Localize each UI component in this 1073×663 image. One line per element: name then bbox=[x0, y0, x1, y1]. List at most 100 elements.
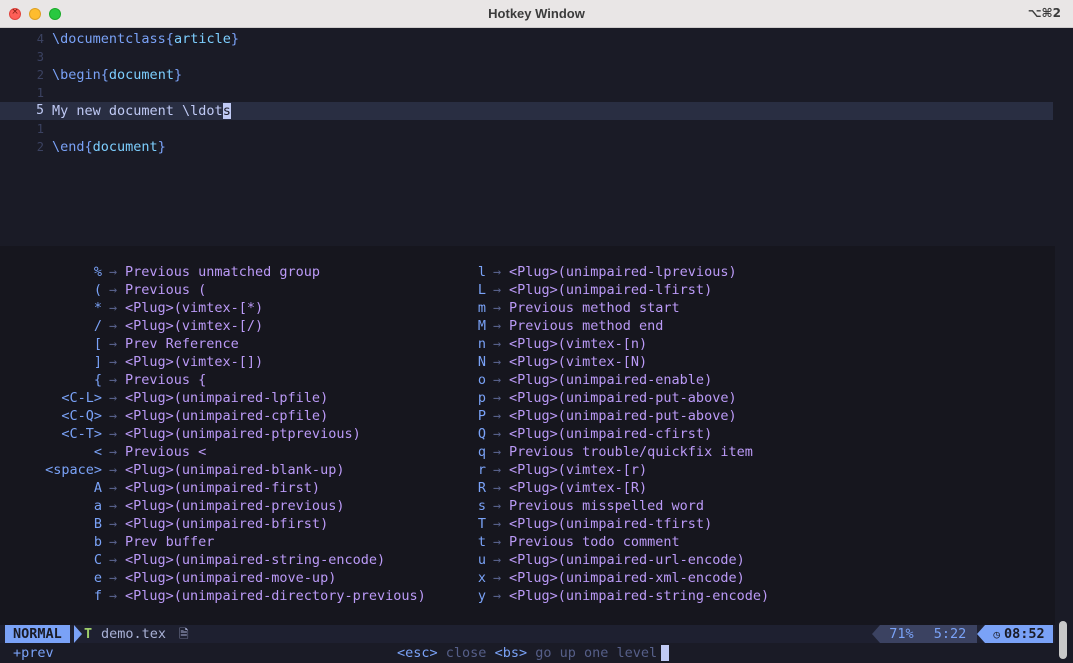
scrollbar[interactable] bbox=[1059, 621, 1067, 659]
line-number: 5 bbox=[36, 103, 44, 118]
which-key-entry[interactable]: R → <Plug>(vimtex-[R) bbox=[384, 479, 854, 497]
title-bar[interactable]: × Hotkey Window ⌥⌘2 bbox=[0, 0, 1073, 28]
latex-command: \documentclass bbox=[52, 31, 166, 47]
which-key-entry[interactable]: m → Previous method start bbox=[384, 299, 854, 317]
which-key-description: <Plug>(unimpaired-move-up) bbox=[125, 570, 337, 586]
which-key-entry[interactable]: T → <Plug>(unimpaired-tfirst) bbox=[384, 515, 854, 533]
arrow-right-icon: → bbox=[493, 318, 502, 334]
arrow-right-icon: → bbox=[493, 282, 502, 298]
latex-argument: document bbox=[108, 67, 174, 83]
which-key-entry[interactable]: P → <Plug>(unimpaired-put-above) bbox=[384, 407, 854, 425]
line-text: \end{document} bbox=[52, 138, 166, 156]
arrow-right-icon: → bbox=[109, 336, 118, 352]
editor-line[interactable]: 4 \documentclass{article} bbox=[0, 30, 1053, 48]
terminal-window: × Hotkey Window ⌥⌘2 4 \documentclass{art… bbox=[0, 0, 1073, 663]
which-key-key: b bbox=[93, 534, 102, 550]
which-key-key: { bbox=[93, 372, 102, 388]
clock: ◷ 08:52 bbox=[985, 625, 1053, 643]
esc-key: <esc> bbox=[397, 645, 438, 661]
arrow-right-icon: → bbox=[493, 570, 502, 586]
which-key-description: Prev Reference bbox=[125, 336, 239, 352]
which-key-description: <Plug>(vimtex-[]) bbox=[125, 354, 264, 370]
which-key-key: ] bbox=[93, 354, 102, 370]
which-key-description: <Plug>(unimpaired-ptprevious) bbox=[125, 426, 361, 442]
which-key-key: T bbox=[477, 516, 486, 532]
which-key-key: n bbox=[477, 336, 486, 352]
which-key-key: x bbox=[477, 570, 486, 586]
which-key-entry[interactable]: t → Previous todo comment bbox=[384, 533, 854, 551]
which-key-description: Previous ( bbox=[125, 282, 207, 298]
which-key-entry[interactable]: l → <Plug>(unimpaired-lprevious) bbox=[384, 263, 854, 281]
which-key-key: e bbox=[93, 570, 102, 586]
time-separator bbox=[977, 625, 985, 643]
which-key-entry[interactable]: u → <Plug>(unimpaired-url-encode) bbox=[384, 551, 854, 569]
line-text-before-cursor: My new document \ldot bbox=[52, 103, 223, 119]
arrow-right-icon: → bbox=[109, 462, 118, 478]
brace-close: } bbox=[230, 31, 239, 47]
which-key-description: <Plug>(vimtex-[*) bbox=[125, 300, 264, 316]
which-key-entry[interactable]: s → Previous misspelled word bbox=[384, 497, 854, 515]
which-key-entry[interactable]: Q → <Plug>(unimpaired-cfirst) bbox=[384, 425, 854, 443]
which-key-description: <Plug>(vimtex-[n) bbox=[509, 336, 648, 352]
editor-line[interactable]: 3 bbox=[0, 48, 1053, 66]
which-key-key: B bbox=[93, 516, 102, 532]
which-key-key: [ bbox=[93, 336, 102, 352]
file-name[interactable]: demo.tex bbox=[101, 625, 166, 643]
arrow-right-icon: → bbox=[493, 480, 502, 496]
which-key-entry[interactable]: L → <Plug>(unimpaired-lfirst) bbox=[384, 281, 854, 299]
which-key-entry[interactable]: q → Previous trouble/quickfix item bbox=[384, 443, 854, 461]
command-line[interactable]: +prev <esc> close <bs> go up one level bbox=[0, 643, 1055, 663]
arrow-right-icon: → bbox=[109, 570, 118, 586]
arrow-right-icon: → bbox=[493, 426, 502, 442]
brace-open: { bbox=[84, 139, 93, 155]
which-key-popup: % → Previous unmatched group (→ Previous (* →… bbox=[0, 246, 1055, 626]
which-key-description: <Plug>(unimpaired-directory-previous) bbox=[125, 588, 426, 604]
which-key-key: <space> bbox=[45, 462, 102, 478]
which-key-entry[interactable]: x → <Plug>(unimpaired-xml-encode) bbox=[384, 569, 854, 587]
arrow-right-icon: → bbox=[493, 498, 502, 514]
editor-line[interactable]: 1 bbox=[0, 84, 1053, 102]
arrow-right-icon: → bbox=[109, 300, 118, 316]
arrow-right-icon: → bbox=[493, 264, 502, 280]
arrow-right-icon: → bbox=[109, 426, 118, 442]
arrow-right-icon: → bbox=[109, 264, 118, 280]
arrow-right-icon: → bbox=[493, 462, 502, 478]
editor-line[interactable]: 1 bbox=[0, 120, 1053, 138]
which-key-description: Previous { bbox=[125, 372, 207, 388]
arrow-right-icon: → bbox=[493, 588, 502, 604]
editor-buffer[interactable]: 4 \documentclass{article} 3 2 \begin{doc… bbox=[0, 28, 1055, 246]
which-key-entry[interactable]: N → <Plug>(vimtex-[N) bbox=[384, 353, 854, 371]
scroll-percent: 71% bbox=[880, 625, 923, 643]
which-key-description: <Plug>(unimpaired-string-encode) bbox=[509, 588, 770, 604]
which-key-key: p bbox=[477, 390, 486, 406]
arrow-right-icon: → bbox=[493, 516, 502, 532]
which-key-entry[interactable]: p → <Plug>(unimpaired-put-above) bbox=[384, 389, 854, 407]
brace-close: } bbox=[173, 67, 183, 83]
arrow-right-icon: → bbox=[493, 354, 502, 370]
which-key-key: m bbox=[477, 300, 486, 316]
which-key-description: <Plug>(unimpaired-lprevious) bbox=[509, 264, 737, 280]
which-key-entry[interactable]: M → Previous method end bbox=[384, 317, 854, 335]
which-key-entry[interactable]: o → <Plug>(unimpaired-enable) bbox=[384, 371, 854, 389]
text-cursor: s bbox=[222, 103, 231, 119]
arrow-right-icon: → bbox=[109, 408, 118, 424]
editor-current-line[interactable]: 5 My new document \ldots bbox=[0, 102, 1053, 120]
file-icon: 🗎 bbox=[179, 627, 189, 641]
editor-line[interactable]: 2 \begin{document} bbox=[0, 66, 1053, 84]
which-key-key: M bbox=[477, 318, 486, 334]
editor-line[interactable]: 2 \end{document} bbox=[0, 138, 1053, 156]
which-key-key: l bbox=[477, 264, 486, 280]
which-key-entry[interactable]: n → <Plug>(vimtex-[n) bbox=[384, 335, 854, 353]
which-key-description: Previous < bbox=[125, 444, 207, 460]
which-key-description: <Plug>(unimpaired-url-encode) bbox=[509, 552, 745, 568]
which-key-entry[interactable]: r → <Plug>(vimtex-[r) bbox=[384, 461, 854, 479]
brace-close: } bbox=[157, 139, 166, 155]
which-key-key: L bbox=[477, 282, 486, 298]
which-key-description: <Plug>(vimtex-[R) bbox=[509, 480, 648, 496]
which-key-key: A bbox=[93, 480, 102, 496]
which-key-key: * bbox=[93, 300, 102, 316]
which-key-entry[interactable]: y → <Plug>(unimpaired-string-encode) bbox=[384, 587, 854, 605]
clock-time: 08:52 bbox=[1003, 626, 1045, 642]
which-key-key: < bbox=[93, 444, 102, 460]
terminal-content[interactable]: 4 \documentclass{article} 3 2 \begin{doc… bbox=[0, 28, 1073, 663]
